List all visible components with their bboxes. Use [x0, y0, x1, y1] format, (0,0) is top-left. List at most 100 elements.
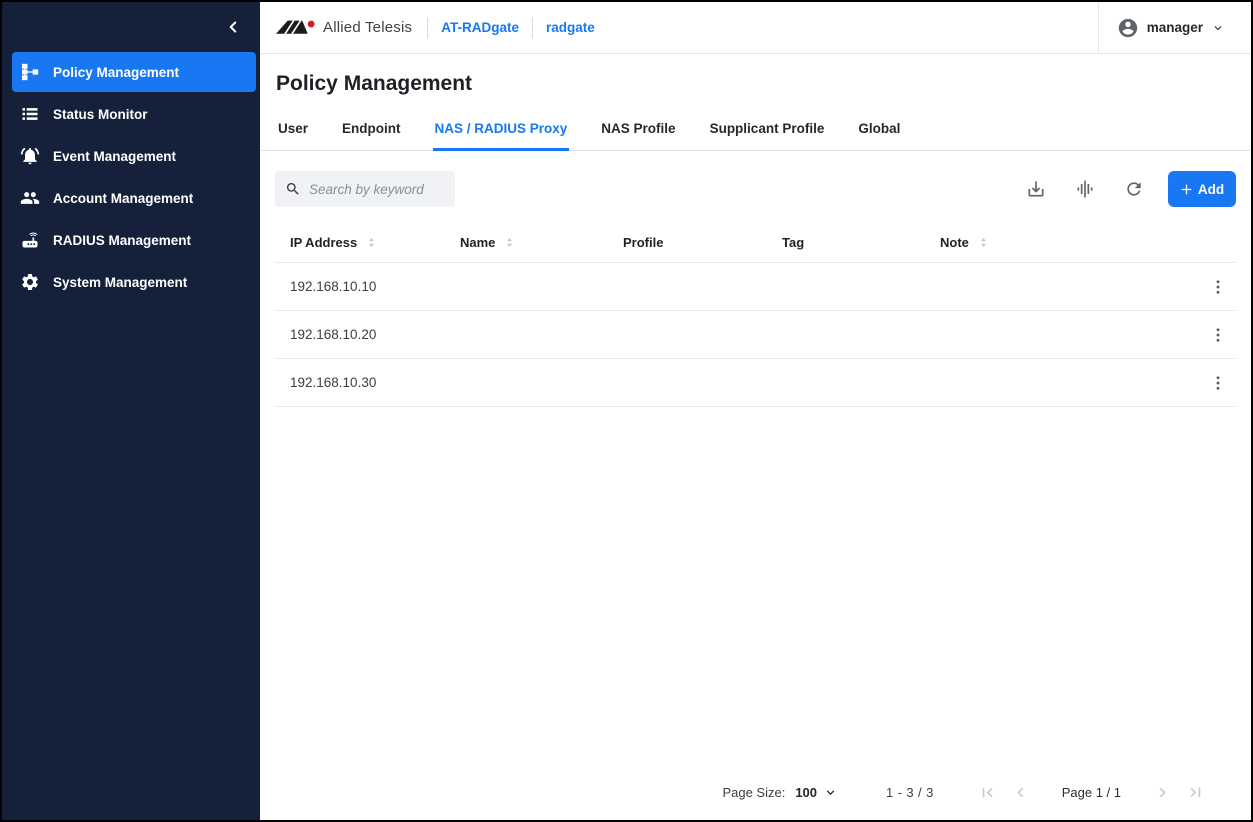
last-page-button[interactable]	[1186, 783, 1205, 802]
logo-text: Allied Telesis	[323, 19, 412, 36]
pager: Page 1 / 1	[978, 783, 1205, 802]
sort-icon[interactable]	[976, 235, 991, 250]
first-page-button[interactable]	[978, 783, 997, 802]
column-header-ip-address[interactable]: IP Address	[275, 235, 445, 250]
sidebar-item-label: Account Management	[53, 191, 193, 206]
router-icon	[20, 230, 40, 250]
sidebar-item-status-monitor[interactable]: Status Monitor	[12, 94, 256, 134]
page-size-value: 100	[795, 785, 817, 800]
brand: Allied Telesis	[276, 19, 412, 36]
prev-page-button[interactable]	[1011, 783, 1030, 802]
table-row: 192.168.10.10	[275, 263, 1236, 311]
main-area: Allied Telesis AT-RADgate radgate manage…	[260, 2, 1251, 820]
column-header-name[interactable]: Name	[445, 235, 608, 250]
breadcrumb-site[interactable]: radgate	[546, 20, 595, 35]
sidebar-item-event-management[interactable]: Event Management	[12, 136, 256, 176]
sidebar-item-account-management[interactable]: Account Management	[12, 178, 256, 218]
bell-icon	[20, 146, 40, 166]
columns-button[interactable]	[1073, 177, 1097, 201]
sidebar-item-label: Status Monitor	[53, 107, 148, 122]
allied-telesis-logo-icon	[276, 19, 316, 36]
nas-table: IP Address Name Profile Tag Note 192.168.10.…	[275, 223, 1236, 407]
sort-icon[interactable]	[364, 235, 379, 250]
column-label: Name	[460, 235, 495, 250]
table-body: 192.168.10.10 192.168.10.20 192.168.10.30	[275, 263, 1236, 407]
refresh-icon	[1124, 179, 1144, 199]
chevron-left-icon	[1011, 783, 1030, 802]
sidebar: Policy Management Status Monitor Event Man…	[2, 2, 260, 820]
next-page-button[interactable]	[1153, 783, 1172, 802]
cell-ip: 192.168.10.20	[275, 327, 445, 342]
column-label: Tag	[782, 235, 804, 250]
cell-ip: 192.168.10.30	[275, 375, 445, 390]
page-size-label: Page Size:	[722, 785, 785, 800]
column-header-profile: Profile	[608, 235, 767, 250]
column-header-note[interactable]: Note	[925, 235, 1200, 250]
refresh-button[interactable]	[1122, 177, 1146, 201]
row-actions-button[interactable]	[1209, 374, 1227, 392]
tab-endpoint[interactable]: Endpoint	[340, 109, 402, 151]
avatar-icon	[1117, 17, 1139, 39]
breadcrumb-app[interactable]: AT-RADgate	[441, 20, 519, 35]
add-button[interactable]: Add	[1168, 171, 1236, 207]
chevron-left-icon	[224, 18, 242, 36]
sidebar-item-system-management[interactable]: System Management	[12, 262, 256, 302]
page-content: Policy Management User Endpoint NAS / RADI…	[260, 54, 1251, 820]
user-menu[interactable]: manager	[1098, 2, 1251, 53]
search-input[interactable]	[309, 182, 445, 197]
list-icon	[20, 104, 40, 124]
gear-icon	[20, 272, 40, 292]
page-size-select[interactable]: 100	[795, 785, 838, 800]
column-label: Profile	[623, 235, 663, 250]
tab-user[interactable]: User	[276, 109, 310, 151]
search-box[interactable]	[275, 171, 455, 207]
row-actions-button[interactable]	[1209, 326, 1227, 344]
breadcrumb-divider	[532, 18, 533, 38]
tab-bar: User Endpoint NAS / RADIUS Proxy NAS Profil…	[260, 109, 1251, 151]
row-actions-button[interactable]	[1209, 278, 1227, 296]
toolbar-icons	[1024, 177, 1146, 201]
sidebar-collapse-button[interactable]	[224, 18, 242, 36]
column-label: Note	[940, 235, 969, 250]
sidebar-nav: Policy Management Status Monitor Event Man…	[2, 52, 260, 304]
chevron-down-icon	[823, 785, 838, 800]
sidebar-item-radius-management[interactable]: RADIUS Management	[12, 220, 256, 260]
table-row: 192.168.10.20	[275, 311, 1236, 359]
sidebar-item-label: Policy Management	[53, 65, 179, 80]
sidebar-item-label: System Management	[53, 275, 187, 290]
page-title: Policy Management	[276, 72, 1235, 96]
tab-nas-radius-proxy[interactable]: NAS / RADIUS Proxy	[433, 109, 570, 151]
sidebar-item-label: RADIUS Management	[53, 233, 191, 248]
tab-global[interactable]: Global	[856, 109, 902, 151]
add-button-label: Add	[1198, 182, 1224, 197]
cell-ip: 192.168.10.10	[275, 279, 445, 294]
sidebar-item-label: Event Management	[53, 149, 176, 164]
graphic-eq-icon	[1075, 179, 1095, 199]
range-label: 1 - 3 / 3	[886, 785, 934, 800]
table-row: 192.168.10.30	[275, 359, 1236, 407]
column-header-tag: Tag	[767, 235, 925, 250]
chevron-right-icon	[1153, 783, 1172, 802]
download-icon	[1026, 179, 1046, 199]
first-page-icon	[978, 783, 997, 802]
chevron-down-icon	[1211, 21, 1225, 35]
app-window: Policy Management Status Monitor Event Man…	[0, 0, 1253, 822]
sidebar-header	[2, 2, 260, 52]
column-label: IP Address	[290, 235, 357, 250]
download-button[interactable]	[1024, 177, 1048, 201]
search-icon	[285, 181, 301, 197]
people-icon	[20, 188, 40, 208]
sidebar-item-policy-management[interactable]: Policy Management	[12, 52, 256, 92]
last-page-icon	[1186, 783, 1205, 802]
tab-nas-profile[interactable]: NAS Profile	[599, 109, 677, 151]
tab-supplicant-profile[interactable]: Supplicant Profile	[708, 109, 827, 151]
table-header-row: IP Address Name Profile Tag Note	[275, 223, 1236, 263]
toolbar: Add	[260, 151, 1251, 223]
page-indicator: Page 1 / 1	[1062, 785, 1121, 800]
user-name: manager	[1147, 20, 1203, 35]
page-size-group: Page Size: 100	[722, 785, 838, 800]
breadcrumb-divider	[427, 18, 428, 38]
pagination-bar: Page Size: 100 1 - 3 / 3 Page 1 / 1	[260, 767, 1251, 817]
plus-icon	[1180, 183, 1193, 196]
sort-icon[interactable]	[502, 235, 517, 250]
